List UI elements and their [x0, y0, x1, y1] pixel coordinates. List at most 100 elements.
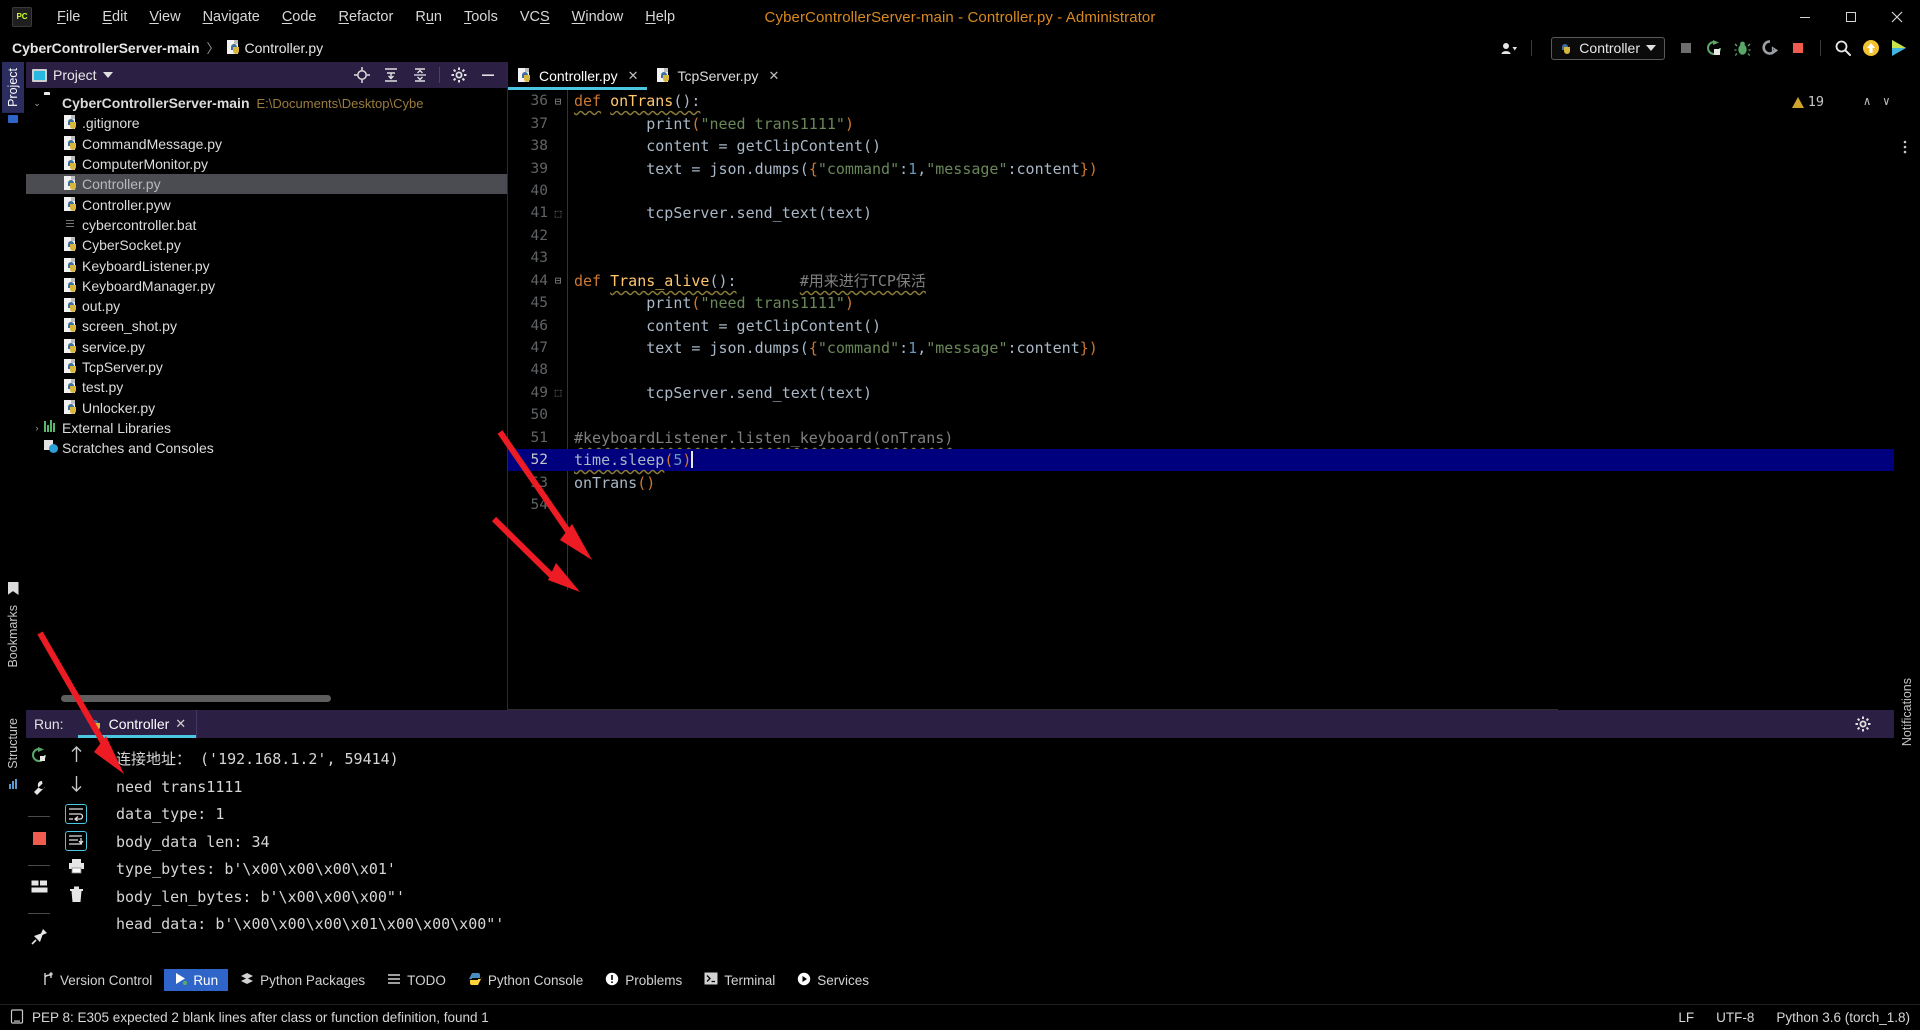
gear-icon[interactable]	[446, 63, 472, 87]
code-line-38[interactable]: 38 content = getClipContent()	[508, 135, 1920, 157]
up-arrow-icon[interactable]	[69, 746, 84, 768]
tree-item-controller-pyw[interactable]: Controller.pyw	[26, 194, 507, 214]
expand-all-icon[interactable]	[378, 63, 404, 87]
next-problem-icon[interactable]: ∨	[1883, 94, 1890, 108]
breadcrumb-file[interactable]: Controller.py	[245, 40, 324, 56]
tree-item-tcpserver-py[interactable]: TcpServer.py	[26, 357, 507, 377]
build-icon[interactable]	[1673, 36, 1699, 60]
wrench-icon[interactable]	[31, 780, 48, 802]
chevron-down-icon[interactable]	[102, 71, 113, 79]
tree-item-external-libraries[interactable]: › External Libraries	[26, 418, 507, 438]
rerun-icon[interactable]	[1701, 36, 1727, 60]
scroll-to-end-icon[interactable]	[65, 831, 87, 851]
run-console-output[interactable]: 连接地址： ('192.168.1.2', 59414) need trans11…	[104, 738, 1898, 987]
bottom-tab-python-console[interactable]: Python Console	[458, 969, 593, 991]
bottom-tab-services[interactable]: Services	[787, 969, 879, 991]
down-arrow-icon[interactable]	[69, 775, 84, 797]
locate-icon[interactable]	[349, 63, 375, 87]
tree-item-cybercontroller-bat[interactable]: cybercontroller.bat	[26, 215, 507, 235]
sidebar-tab-bookmarks[interactable]: Bookmarks	[2, 599, 24, 674]
fold-marker-icon[interactable]: ⊟	[548, 274, 568, 287]
soft-wrap-icon[interactable]	[65, 804, 87, 824]
menu-tools[interactable]: Tools	[453, 5, 509, 29]
sidebar-tab-notifications[interactable]: Notifications	[1896, 672, 1918, 752]
stop-icon[interactable]	[1785, 36, 1811, 60]
menu-run[interactable]: Run	[404, 5, 453, 29]
layout-icon[interactable]	[31, 880, 48, 899]
inspection-warning-badge[interactable]: 19	[1791, 94, 1824, 110]
tree-item-out-py[interactable]: out.py	[26, 296, 507, 316]
menu-code[interactable]: Code	[271, 5, 328, 29]
tree-item-scratches-and-consoles[interactable]: Scratches and Consoles	[26, 438, 507, 458]
menu-view[interactable]: View	[138, 5, 191, 29]
code-line-43[interactable]: 43	[508, 247, 1920, 269]
minimize-button[interactable]	[1782, 0, 1828, 34]
tree-item-service-py[interactable]: service.py	[26, 337, 507, 357]
code-line-48[interactable]: 48	[508, 359, 1920, 381]
tree-item-computermonitor-py[interactable]: ComputerMonitor.py	[26, 154, 507, 174]
bottom-tab-version-control[interactable]: Version Control	[32, 969, 162, 991]
tree-item-cybersocket-py[interactable]: CyberSocket.py	[26, 235, 507, 255]
chevron-icon[interactable]: ⌄	[30, 98, 44, 109]
tree-item-keyboardlistener-py[interactable]: KeyboardListener.py	[26, 255, 507, 275]
debug-icon[interactable]	[1729, 36, 1755, 60]
code-line-54[interactable]: 54	[508, 494, 1920, 516]
code-line-50[interactable]: 50	[508, 404, 1920, 426]
tree-item-screen-shot-py[interactable]: screen_shot.py	[26, 316, 507, 336]
close-icon[interactable]: ✕	[768, 68, 779, 84]
tree-item-cybercontrollerserver-main[interactable]: ⌄ CyberControllerServer-main E:\Documents\…	[26, 93, 507, 113]
menu-help[interactable]: Help	[634, 5, 686, 29]
python-interpreter[interactable]: Python 3.6 (torch_1.8)	[1776, 1010, 1910, 1025]
code-editor[interactable]: 36 ⊟ def onTrans(): 37 print("need trans111…	[508, 90, 1920, 710]
chevron-icon[interactable]: ›	[30, 423, 44, 433]
print-icon[interactable]	[68, 858, 85, 879]
line-separator[interactable]: LF	[1678, 1010, 1694, 1025]
hide-panel-icon[interactable]	[475, 63, 501, 87]
bottom-tab-run[interactable]: Run	[164, 969, 229, 991]
code-line-39[interactable]: 39 text = json.dumps({"command":1,"messa…	[508, 157, 1920, 179]
rerun-icon[interactable]	[30, 746, 48, 769]
code-line-40[interactable]: 40	[508, 180, 1920, 202]
ide-icon[interactable]	[1886, 36, 1912, 60]
update-icon[interactable]	[1858, 36, 1884, 60]
code-line-53[interactable]: 53 onTrans()	[508, 471, 1920, 493]
close-icon[interactable]: ✕	[175, 716, 186, 732]
breadcrumb-project[interactable]: CyberControllerServer-main	[12, 40, 200, 56]
bottom-tab-python-packages[interactable]: Python Packages	[230, 969, 375, 991]
menu-refactor[interactable]: Refactor	[328, 5, 405, 29]
code-line-51[interactable]: 51 #keyboardListener.listen_keyboard(onTr…	[508, 427, 1920, 449]
trash-icon[interactable]	[69, 886, 84, 908]
bottom-tab-terminal[interactable]: Terminal	[694, 969, 785, 991]
sidebar-tab-project[interactable]: Project	[2, 62, 24, 113]
tree-item--gitignore[interactable]: .gitignore	[26, 113, 507, 133]
menu-navigate[interactable]: Navigate	[192, 5, 271, 29]
tree-item-unlocker-py[interactable]: Unlocker.py	[26, 397, 507, 417]
code-line-44[interactable]: 44 ⊟ def Trans_alive(): #用来进行TCP保活	[508, 270, 1920, 292]
file-encoding[interactable]: UTF-8	[1716, 1010, 1754, 1025]
fold-marker-icon[interactable]: ⬚	[548, 386, 568, 399]
editor-tab-controller[interactable]: Controller.py ✕	[508, 62, 647, 90]
sidebar-tab-structure[interactable]: Structure	[2, 712, 24, 775]
coverage-icon[interactable]	[1757, 36, 1783, 60]
tree-item-test-py[interactable]: test.py	[26, 377, 507, 397]
tree-item-keyboardmanager-py[interactable]: KeyboardManager.py	[26, 276, 507, 296]
code-line-36[interactable]: 36 ⊟ def onTrans():	[508, 90, 1920, 112]
project-horizontal-scrollbar[interactable]	[61, 695, 331, 702]
maximize-button[interactable]	[1828, 0, 1874, 34]
tree-item-controller-py[interactable]: Controller.py	[26, 174, 507, 195]
close-button[interactable]	[1874, 0, 1920, 34]
editor-tab-tcpserver[interactable]: TcpServer.py ✕	[647, 62, 788, 90]
search-icon[interactable]	[1830, 36, 1856, 60]
menu-file[interactable]: File	[46, 5, 91, 29]
close-icon[interactable]: ✕	[628, 68, 639, 84]
stop-icon[interactable]	[32, 831, 47, 851]
gear-icon[interactable]	[1850, 712, 1876, 736]
editor-settings-icon[interactable]	[1898, 140, 1912, 159]
code-line-42[interactable]: 42	[508, 225, 1920, 247]
run-configuration-selector[interactable]: Controller	[1551, 36, 1665, 60]
code-line-41[interactable]: 41 ⬚ tcpServer.send_text(text)	[508, 202, 1920, 224]
account-icon[interactable]	[1496, 36, 1522, 60]
pin-icon[interactable]	[30, 928, 48, 950]
bottom-tab-todo[interactable]: TODO	[377, 969, 456, 991]
run-tab-controller[interactable]: Controller ✕	[77, 710, 197, 738]
